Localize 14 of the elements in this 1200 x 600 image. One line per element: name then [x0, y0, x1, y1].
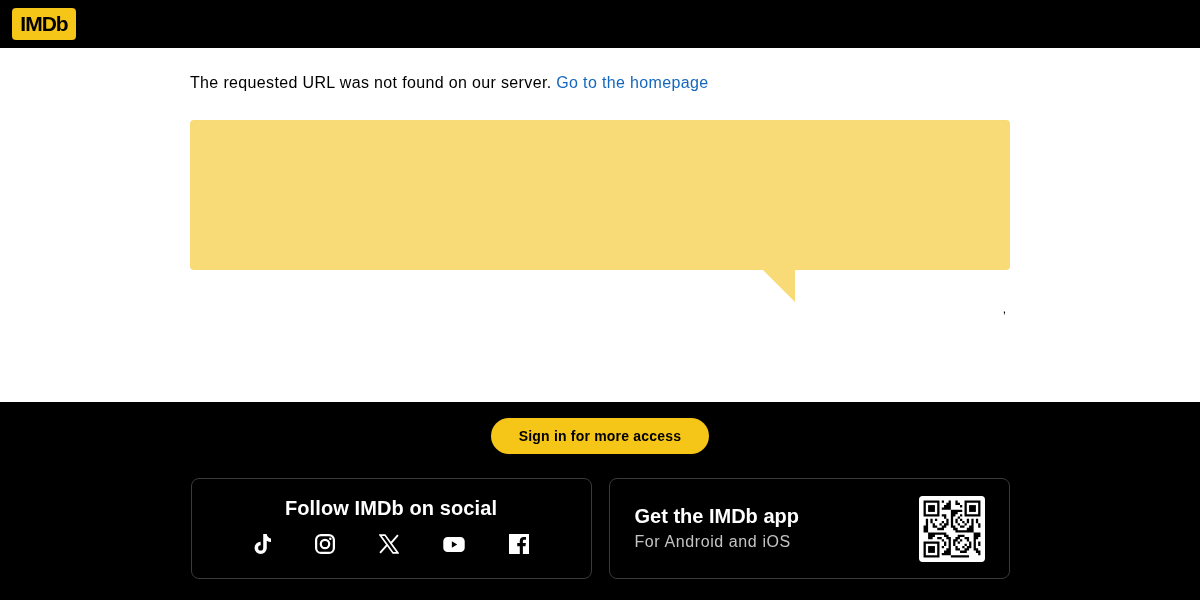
- qr-code-icon: [918, 495, 985, 562]
- logo[interactable]: IMDb: [12, 8, 76, 40]
- app-subtitle: For Android and iOS: [634, 531, 792, 552]
- homepage-link[interactable]: Go to the homepage: [556, 74, 709, 91]
- error-message: The requested URL was not found on our server. Go to the homepage: [190, 73, 710, 93]
- social-title: Follow IMDb on social: [284, 496, 498, 520]
- app-title: Get the IMDb app: [634, 503, 799, 528]
- x-logo-icon[interactable]: [378, 534, 399, 554]
- tiktok-icon[interactable]: [253, 534, 271, 554]
- facebook-icon[interactable]: [508, 534, 529, 554]
- stray-mark: ,: [1002, 302, 1006, 316]
- instagram-icon[interactable]: [314, 534, 335, 554]
- youtube-icon[interactable]: [442, 536, 465, 552]
- sign-in-button[interactable]: Sign in for more access: [491, 418, 709, 454]
